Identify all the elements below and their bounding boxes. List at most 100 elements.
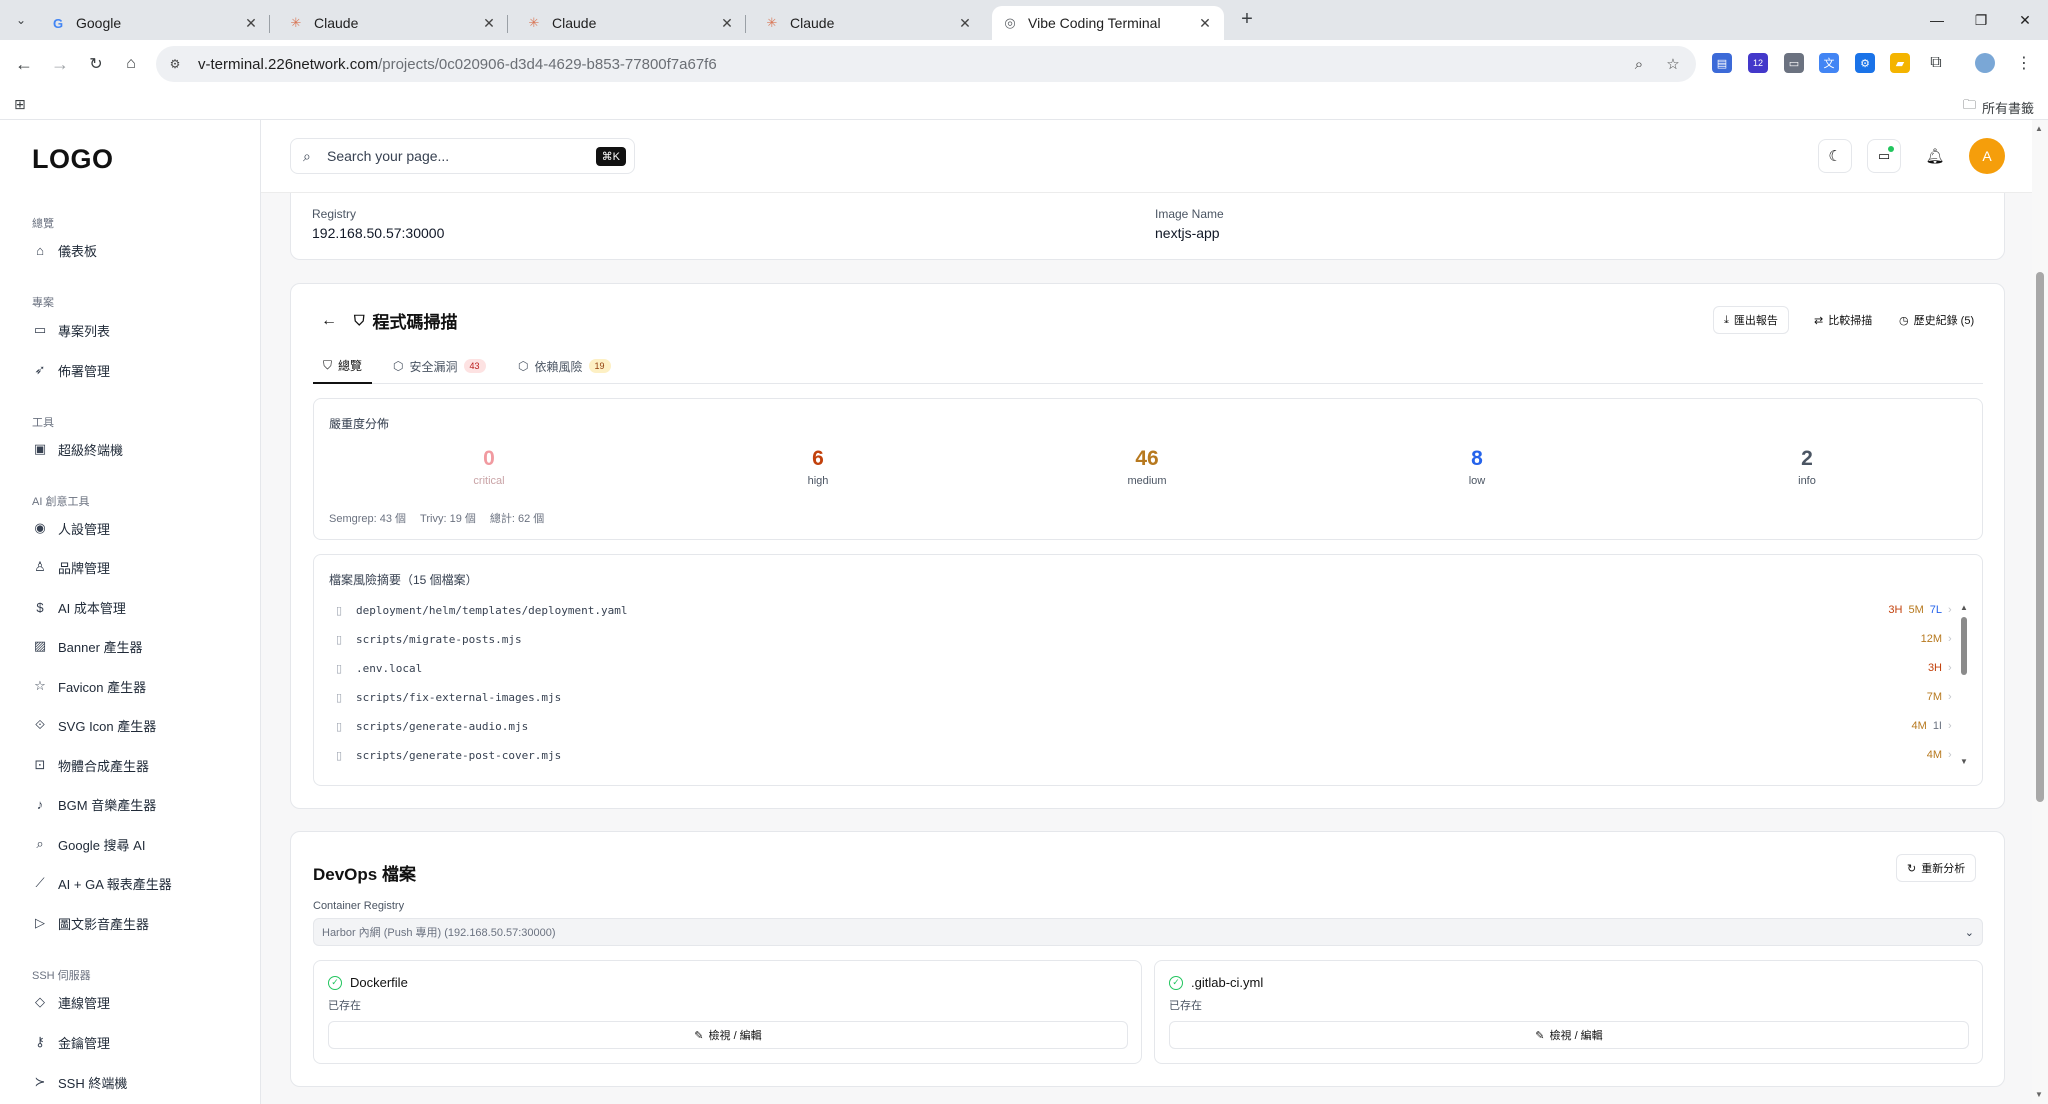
profile-icon[interactable] [1975, 53, 1995, 73]
forward-icon[interactable]: → [47, 51, 73, 77]
all-bookmarks[interactable]: 🗀 所有書籤 [1963, 96, 2034, 118]
risk-tags: 3H 5M 7L [1888, 604, 1942, 616]
chat-extension-icon[interactable]: ▭ [1784, 53, 1804, 73]
restore-icon[interactable]: ❐ [1958, 6, 2004, 34]
image-icon: ▨ [33, 638, 47, 653]
sidebar-item-brand[interactable]: ♙ 品牌管理 [32, 555, 242, 579]
sidebar-item-google-search-ai[interactable]: ⌕ Google 搜尋 AI [32, 832, 242, 856]
address-bar[interactable]: ⚙ v-terminal.226network.com/projects/0c0… [156, 46, 1696, 82]
chevron-right-icon: › [1948, 691, 1952, 703]
bell-icon[interactable]: 🔔︎ [1918, 139, 1952, 173]
folder-icon: 🗀 [1962, 97, 1976, 112]
theme-toggle-moon-icon[interactable]: ☾ [1818, 139, 1852, 173]
export-report-button[interactable]: ⤓ 匯出報告 [1713, 306, 1789, 334]
browser-menu-icon[interactable]: ⋮ [2014, 53, 2034, 73]
google-favicon-icon: G [52, 15, 64, 31]
risk-tag: 4M [1911, 720, 1927, 732]
extensions-puzzle-icon[interactable]: ⧉ [1926, 53, 1946, 73]
file-risk-row[interactable]: ▯ .env.local 3H › [336, 657, 1958, 679]
extension-badge-icon[interactable]: 12 [1748, 53, 1768, 73]
avatar[interactable]: A [1969, 138, 2005, 174]
sidebar-item-ai-ga-report[interactable]: ⟋ AI + GA 報表產生器 [32, 871, 242, 895]
risk-tag: 7L [1929, 604, 1942, 616]
zoom-icon[interactable]: ⌕ [1628, 53, 1650, 75]
browser-tab-google[interactable]: G Google ✕ [40, 6, 270, 40]
sidebar-item-project-list[interactable]: ▭ 專案列表 [32, 318, 242, 342]
sidebar-item-favicon[interactable]: ☆ Favicon 產生器 [32, 674, 242, 698]
flag-extension-icon[interactable]: ▤ [1712, 53, 1732, 73]
nav-group-ai-tools: AI 創意工具 [32, 496, 90, 508]
inbox-icon[interactable]: ▭ [1867, 139, 1901, 173]
close-tab-icon[interactable]: ✕ [956, 14, 974, 32]
scrollbar-thumb[interactable] [1961, 617, 1967, 675]
sidebar-item-media-generator[interactable]: ▷ 圖文影音產生器 [32, 911, 242, 935]
view-edit-dockerfile-button[interactable]: ✎ 檢視 / 編輯 [328, 1021, 1128, 1049]
sidebar-item-label: 金鑰管理 [58, 1035, 111, 1051]
severity-label: medium [1127, 475, 1167, 487]
scroll-down-icon[interactable]: ▼ [2035, 1090, 2043, 1099]
sidebar-item-label: 物體合成產生器 [58, 758, 150, 774]
risk-tag: 1I [1932, 720, 1942, 732]
sidebar-item-ai-cost[interactable]: $ AI 成本管理 [32, 595, 242, 619]
sidebar-item-connections[interactable]: ◇ 連線管理 [32, 990, 242, 1014]
page-scrollbar-thumb[interactable] [2036, 272, 2044, 802]
sidebar-item-banner[interactable]: ▨ Banner 產生器 [32, 634, 242, 658]
history-button[interactable]: ◷ 歷史紀錄 (5) [1888, 306, 1986, 334]
close-tab-icon[interactable]: ✕ [480, 14, 498, 32]
reanalyze-button[interactable]: ↻ 重新分析 [1896, 854, 1977, 882]
file-risk-row[interactable]: ▯ scripts/fix-external-images.mjs 7M › [336, 686, 1958, 708]
sidebar-item-label: Google 搜尋 AI [58, 837, 146, 853]
reload-icon[interactable]: ↻ [83, 51, 109, 77]
brand-icon: ♙ [34, 559, 46, 574]
sidebar-item-object-composite[interactable]: ⊡ 物體合成產生器 [32, 753, 242, 777]
tab-search-button[interactable]: ⌄ [10, 9, 32, 31]
back-icon[interactable]: ← [11, 51, 37, 77]
tab-vulnerabilities[interactable]: ⬡ 安全漏洞 43 [383, 348, 496, 384]
scroll-up-icon[interactable]: ▲ [2035, 124, 2043, 133]
sidebar-item-bgm[interactable]: ♪ BGM 音樂產生器 [32, 792, 242, 816]
folder-extension-icon[interactable]: ▰ [1890, 53, 1910, 73]
page-scrollbar[interactable]: ▲ ▼ [2032, 120, 2048, 1104]
check-circle-icon: ✓ [1169, 975, 1183, 990]
file-risk-row[interactable]: ▯ scripts/generate-post-cover.mjs 4M › [336, 744, 1958, 766]
home-icon[interactable]: ⌂ [118, 51, 144, 77]
file-risk-row[interactable]: ▯ deployment/helm/templates/deployment.ya… [336, 599, 1958, 621]
file-risk-row[interactable]: ▯ scripts/migrate-posts.mjs 12M › [336, 628, 1958, 650]
search-input[interactable]: ⌕ Search your page... ⌘K [290, 138, 635, 174]
container-registry-select[interactable]: Harbor 內網 (Push 專用) (192.168.50.57:30000… [313, 918, 1983, 946]
tab-dependency-risks[interactable]: ⬡ 依賴風險 19 [508, 348, 621, 384]
sidebar-item-svg-icon[interactable]: ⟐ SVG Icon 產生器 [32, 713, 242, 737]
close-tab-icon[interactable]: ✕ [1196, 14, 1214, 32]
app-logo[interactable]: LOGO [32, 144, 114, 175]
sidebar-item-super-terminal[interactable]: ▣ 超級終端機 [32, 437, 242, 461]
tab-overview[interactable]: ⛉ 總覽 [313, 348, 373, 384]
sidebar-item-dashboard[interactable]: ⌂ 儀表板 [32, 238, 242, 262]
close-tab-icon[interactable]: ✕ [242, 14, 260, 32]
view-edit-gitlab-ci-button[interactable]: ✎ 檢視 / 編輯 [1169, 1021, 1969, 1049]
browser-tab-claude-1[interactable]: ✳ Claude ✕ [278, 6, 508, 40]
bookmark-star-icon[interactable]: ☆ [1662, 53, 1684, 75]
minimize-icon[interactable]: — [1914, 6, 1960, 34]
file-icon: ▯ [336, 662, 343, 675]
site-info-icon[interactable]: ⚙ [164, 53, 186, 75]
file-icon: ▯ [336, 749, 343, 762]
sidebar-item-keys[interactable]: ⚷ 金鑰管理 [32, 1030, 242, 1054]
apps-grid-icon[interactable]: ⊞ [14, 96, 26, 113]
sidebar-item-persona[interactable]: ◉ 人設管理 [32, 516, 242, 540]
compare-scan-button[interactable]: ⇄ 比較掃描 [1803, 306, 1884, 334]
sidebar-item-ssh-terminal[interactable]: ≻ SSH 終端機 [32, 1070, 242, 1094]
settings-extension-icon[interactable]: ⚙ [1855, 53, 1875, 73]
scroll-up-icon[interactable]: ▲ [1960, 603, 1968, 612]
browser-tab-vibe-terminal[interactable]: ◎ Vibe Coding Terminal ✕ [992, 6, 1224, 40]
scroll-down-icon[interactable]: ▼ [1960, 757, 1968, 766]
browser-tab-claude-3[interactable]: ✳ Claude ✕ [754, 6, 984, 40]
new-tab-button[interactable]: + [1236, 9, 1258, 31]
close-window-icon[interactable]: ✕ [2002, 6, 2048, 34]
back-arrow-icon[interactable]: ← [321, 312, 337, 330]
file-risk-row[interactable]: ▯ scripts/generate-audio.mjs 4M 1I › [336, 715, 1958, 737]
translate-extension-icon[interactable]: 文 [1819, 53, 1839, 73]
file-list-scrollbar[interactable]: ▲ ▼ [1960, 603, 1968, 771]
browser-tab-claude-2[interactable]: ✳ Claude ✕ [516, 6, 746, 40]
close-tab-icon[interactable]: ✕ [718, 14, 736, 32]
sidebar-item-deployments[interactable]: ➶ 佈署管理 [32, 358, 242, 382]
